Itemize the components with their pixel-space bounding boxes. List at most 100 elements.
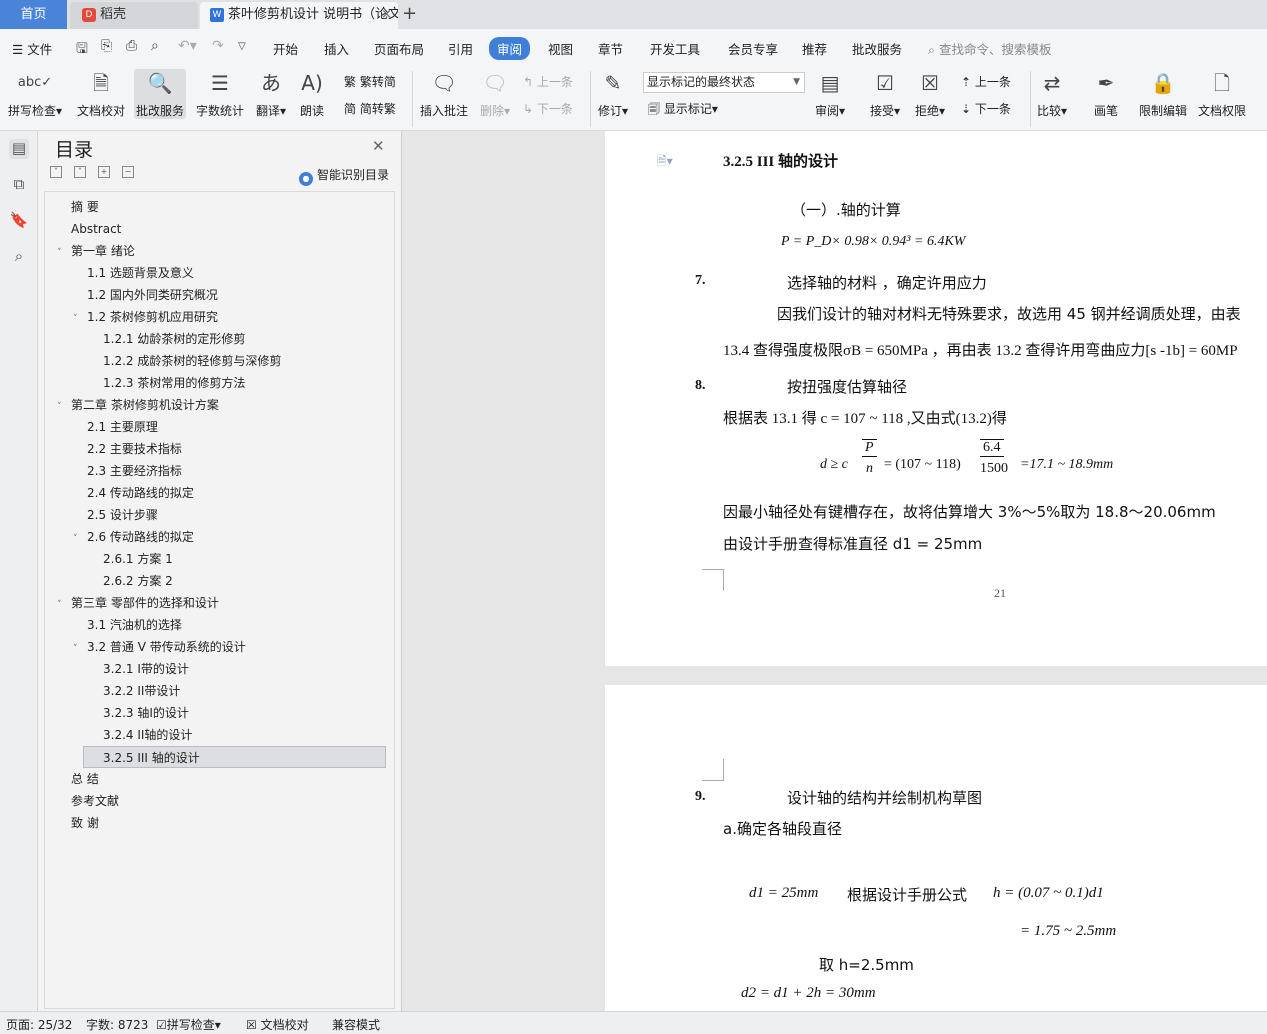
reject-button[interactable]: ☒ 拒绝▾ (915, 69, 945, 119)
translate-button[interactable]: あ 翻译▾ (256, 69, 286, 119)
chevron-down-icon[interactable]: ˅ (57, 242, 71, 264)
paragraph-menu-icon[interactable]: 🗎▾ (657, 152, 673, 173)
print-icon[interactable]: ⎙ (126, 38, 137, 54)
toc-item[interactable]: 总 结 (57, 768, 99, 790)
file-menu[interactable]: ☰ 文件 (12, 39, 52, 58)
compare-button[interactable]: ⇄ 比较▾ (1037, 69, 1067, 119)
toc-item[interactable]: 2.5 设计步骤 (73, 504, 158, 526)
chapter-nav-icon[interactable]: ⧉ (9, 175, 29, 195)
toc-item-selected[interactable]: 3.2.5 III 轴的设计 (83, 746, 386, 768)
toc-item[interactable]: ˅ 第二章 茶树修剪机设计方案 (57, 394, 219, 416)
expand-up-icon[interactable]: ˄ (74, 166, 86, 178)
chevron-down-icon[interactable]: ˅ (73, 638, 87, 660)
toc-item[interactable]: Abstract (57, 218, 121, 240)
delete-comment-button[interactable]: 🗨 删除▾ (480, 69, 510, 119)
word-count-button[interactable]: ☰ 字数统计 (196, 69, 244, 119)
save-icon[interactable]: 🖫 (76, 38, 88, 62)
menu-references[interactable]: 引用 (448, 39, 473, 58)
chevron-down-icon[interactable]: ˅ (57, 396, 71, 418)
insert-comment-button[interactable]: 🗨 插入批注 (420, 69, 468, 119)
toc-item[interactable]: 摘 要 (57, 196, 99, 218)
compat-mode: 兼容模式 (332, 1018, 381, 1032)
toc-item[interactable]: 2.4 传动路线的拟定 (73, 482, 194, 504)
tab-home[interactable]: 首页 (0, 0, 67, 29)
status-doc-proof[interactable]: ☒ 文档校对 (246, 1016, 309, 1033)
toc-item[interactable]: 2.2 主要技术指标 (73, 438, 182, 460)
menu-layout[interactable]: 页面布局 (374, 39, 424, 58)
undo-icon[interactable]: ↶▾ (178, 38, 197, 54)
menu-review[interactable]: 审阅 (489, 37, 531, 60)
tab-document[interactable]: W 茶叶修剪机设计 说明书（论文） × (200, 2, 398, 29)
next-change-button[interactable]: ⇣ 下一条 (961, 100, 1011, 117)
print-preview-icon[interactable]: ⌕ (151, 38, 159, 54)
prev-comment-button[interactable]: ↰ 上一条 (523, 73, 573, 90)
toc-panel-icon[interactable]: ▤ (9, 139, 29, 159)
toc-item[interactable]: ˅ 1.2 茶树修剪机应用研究 (73, 306, 218, 328)
to-traditional-button[interactable]: 繁 繁转简 (344, 73, 396, 90)
toc-item[interactable]: 1.1 选题背景及意义 (73, 262, 194, 284)
chevron-down-icon[interactable]: ˅ (73, 528, 87, 550)
menu-view[interactable]: 视图 (548, 39, 573, 58)
toc-item[interactable]: 1.2.3 茶树常用的修剪方法 (89, 372, 245, 394)
prev-change-button[interactable]: ⇡ 上一条 (961, 73, 1011, 90)
toc-item[interactable]: 1.2.1 幼龄茶树的定形修剪 (89, 328, 245, 350)
redo-icon[interactable]: ↷ (212, 38, 224, 54)
word-count-indicator[interactable]: 字数: 8723 (86, 1016, 148, 1033)
toc-item[interactable]: ˅ 2.6 传动路线的拟定 (73, 526, 194, 548)
doc-proof-button[interactable]: 🗎 文档校对 (77, 69, 125, 119)
bookmark-icon[interactable]: 🔖 (9, 211, 29, 231)
toc-item[interactable]: 3.2.4 II轴的设计 (89, 724, 192, 746)
toc-item[interactable]: ˅ 第一章 绪论 (57, 240, 135, 262)
toc-item[interactable]: 2.3 主要经济指标 (73, 460, 182, 482)
menu-correction[interactable]: 批改服务 (852, 39, 902, 58)
smart-toc-button[interactable]: ● 智能识别目录 (299, 166, 389, 186)
toc-item[interactable]: 1.2 国内外同类研究概况 (73, 284, 218, 306)
quick-access-dropdown-icon[interactable]: ▽ (238, 41, 246, 52)
remove-level-icon[interactable]: − (122, 166, 134, 178)
toc-item[interactable]: 2.6.2 方案 2 (89, 570, 173, 592)
show-markup-button[interactable]: 🗐 显示标记▾ (648, 100, 718, 121)
search-icon[interactable]: ⌕ (9, 247, 29, 267)
command-search[interactable]: ⌕ 查找命令、搜索模板 (928, 39, 1052, 58)
export-pdf-icon[interactable]: ⎘ (101, 38, 112, 54)
menu-developer[interactable]: 开发工具 (650, 39, 700, 58)
menu-insert[interactable]: 插入 (324, 39, 349, 58)
menu-section[interactable]: 章节 (598, 39, 623, 58)
correction-service-button[interactable]: 🔍 批改服务 (134, 69, 187, 119)
toc-item[interactable]: 3.2.1 I带的设计 (89, 658, 189, 680)
toc-item[interactable]: 3.2.2 II带设计 (89, 680, 180, 702)
chevron-down-icon[interactable]: ˅ (73, 308, 87, 330)
close-tab-icon[interactable]: × (381, 2, 392, 28)
next-comment-button[interactable]: ↳ 下一条 (523, 100, 573, 117)
status-spell-check[interactable]: ☑拼写检查▾ (156, 1016, 221, 1033)
toc-item[interactable]: 1.2.2 成龄茶树的轻修剪与深修剪 (89, 350, 281, 372)
spell-check-button[interactable]: abc✓ 拼写检查▾ (8, 69, 62, 119)
read-aloud-button[interactable]: A) 朗读 (300, 69, 324, 119)
doc-permission-button[interactable]: 🗋 文档权限 (1198, 69, 1246, 119)
restrict-edit-button[interactable]: 🔒 限制编辑 (1139, 69, 1187, 119)
toc-item[interactable]: ˅ 第三章 零部件的选择和设计 (57, 592, 219, 614)
menu-start[interactable]: 开始 (273, 39, 298, 58)
page-indicator[interactable]: 页面: 25/32 (6, 1016, 72, 1033)
to-simplified-button[interactable]: 简 简转繁 (344, 100, 396, 117)
collapse-all-icon[interactable]: ˅ (50, 166, 62, 178)
close-icon[interactable]: ✕ (372, 137, 385, 155)
accept-button[interactable]: ☑ 接受▾ (870, 69, 900, 119)
add-level-icon[interactable]: + (98, 166, 110, 178)
tab-daoke[interactable]: D 稻壳 (70, 2, 198, 29)
new-tab-plus-icon[interactable]: + (402, 2, 417, 26)
menu-member[interactable]: 会员专享 (728, 39, 778, 58)
markup-mode-select[interactable]: 显示标记的最终状态 ▼ (643, 72, 805, 93)
menu-recommend[interactable]: 推荐 (802, 39, 827, 58)
toc-item[interactable]: ˅ 3.2 普通 V 带传动系统的设计 (73, 636, 246, 658)
toc-item[interactable]: 参考文献 (57, 790, 119, 812)
toc-item[interactable]: 致 谢 (57, 812, 99, 834)
review-pane-button[interactable]: ▤ 审阅▾ (815, 69, 845, 119)
pen-button[interactable]: ✒ 画笔 (1094, 69, 1118, 119)
track-changes-button[interactable]: ✎ 修订▾ (598, 69, 628, 119)
toc-item[interactable]: 2.1 主要原理 (73, 416, 158, 438)
toc-item[interactable]: 3.1 汽油机的选择 (73, 614, 182, 636)
chevron-down-icon[interactable]: ˅ (57, 594, 71, 616)
toc-item[interactable]: 2.6.1 方案 1 (89, 548, 173, 570)
toc-item[interactable]: 3.2.3 轴I的设计 (89, 702, 189, 724)
